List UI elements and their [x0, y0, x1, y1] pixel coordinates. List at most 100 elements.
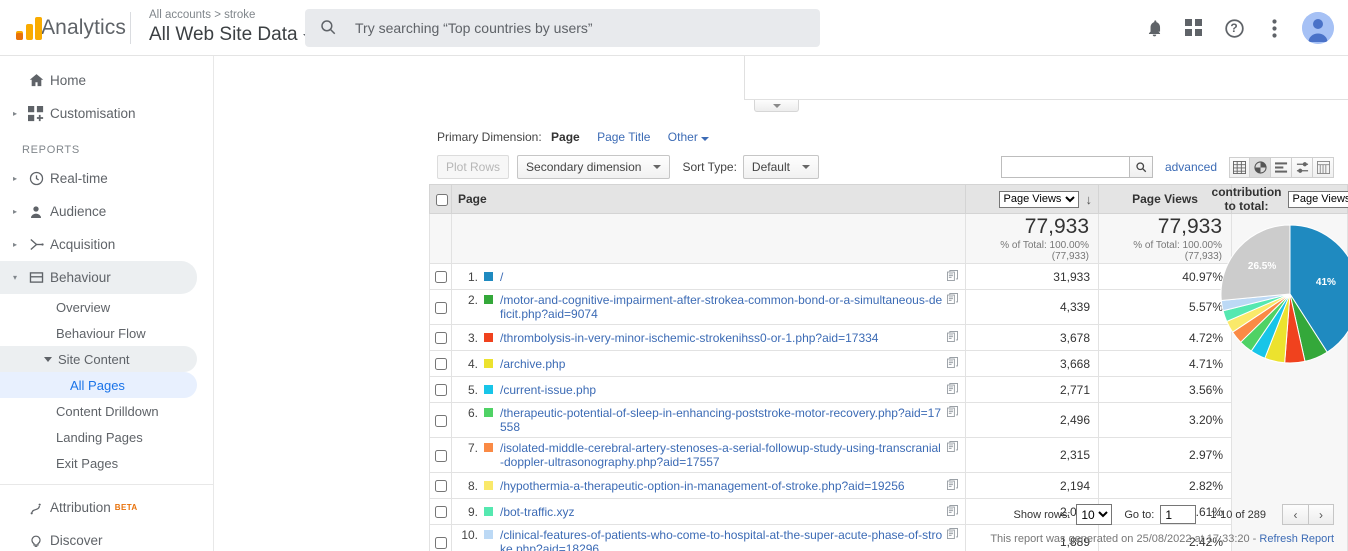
row-checkbox[interactable]: [434, 271, 447, 284]
next-page-button[interactable]: ›: [1308, 504, 1334, 525]
sort-descending-icon[interactable]: ↓: [1086, 192, 1093, 207]
apps-grid-icon[interactable]: [1182, 16, 1206, 40]
expand-arrow-icon[interactable]: ▸: [8, 240, 22, 249]
row-page-link[interactable]: /current-issue.php: [500, 383, 943, 397]
open-in-new-window-icon[interactable]: [947, 504, 961, 519]
open-in-new-window-icon[interactable]: [947, 441, 961, 455]
expand-arrow-icon[interactable]: ▸: [8, 207, 22, 216]
row-checkbox[interactable]: [434, 414, 447, 427]
sidebar-item-home[interactable]: Home: [0, 64, 213, 97]
row-page-link[interactable]: /therapeutic-potential-of-sleep-in-enhan…: [500, 406, 943, 434]
chevron-down-icon: [801, 165, 810, 169]
row-page-link[interactable]: /bot-traffic.xyz: [500, 505, 943, 519]
row-page-link[interactable]: /clinical-features-of-patients-who-come-…: [500, 528, 943, 551]
row-page-link[interactable]: /thrombolysis-in-very-minor-ischemic-str…: [500, 331, 943, 345]
pivot-view-icon[interactable]: [1313, 156, 1334, 178]
chevron-down-icon: [772, 103, 781, 108]
open-in-new-window-icon[interactable]: [947, 269, 961, 284]
pie-chart[interactable]: 41% 26.5%: [1219, 223, 1348, 365]
open-in-new-window-icon[interactable]: [947, 528, 961, 542]
refresh-report-link[interactable]: Refresh Report: [1259, 533, 1334, 545]
sidebar-item-overview[interactable]: Overview: [0, 294, 213, 320]
row-page-link[interactable]: /isolated-middle-cerebral-artery-stenose…: [500, 441, 943, 469]
contribution-header-wrap: contribution to total: Page Views: [1212, 185, 1348, 213]
sidebar-item-discover[interactable]: Discover: [0, 524, 213, 551]
primary-dimension-other[interactable]: Other: [668, 130, 709, 144]
analytics-logo[interactable]: Analytics: [0, 16, 126, 40]
column-header-page[interactable]: Page: [451, 184, 966, 214]
sidebar-item-landing-pages[interactable]: Landing Pages: [0, 424, 213, 450]
table-view-icon[interactable]: [1229, 156, 1250, 178]
search-input[interactable]: [353, 19, 806, 37]
open-in-new-window-icon[interactable]: [947, 382, 961, 397]
primary-dimension-page-title[interactable]: Page Title: [597, 130, 650, 144]
primary-dimension-active[interactable]: Page: [551, 130, 580, 144]
collapse-chart-button[interactable]: [754, 100, 799, 112]
row-checkbox[interactable]: [434, 536, 447, 549]
notifications-bell-icon[interactable]: [1142, 16, 1166, 40]
row-checkbox[interactable]: [434, 449, 447, 462]
previous-page-button[interactable]: ‹: [1282, 504, 1308, 525]
open-in-new-window-icon[interactable]: [947, 406, 961, 420]
table-row: 3. /thrombolysis-in-very-minor-ischemic-s…: [429, 324, 1348, 352]
sidebar-item-exit-pages[interactable]: Exit Pages: [0, 450, 213, 476]
select-all-checkbox[interactable]: [436, 193, 448, 206]
show-rows-select[interactable]: 10: [1076, 504, 1113, 525]
row-checkbox[interactable]: [434, 506, 447, 519]
sidebar-item-audience[interactable]: ▸ Audience: [0, 195, 213, 228]
row-page-link[interactable]: /archive.php: [500, 357, 943, 371]
row-color-swatch: [484, 443, 493, 453]
open-in-new-window-icon[interactable]: [947, 478, 961, 493]
help-icon[interactable]: ?: [1222, 16, 1246, 40]
row-checkbox[interactable]: [434, 384, 447, 397]
open-in-new-window-icon[interactable]: [947, 356, 961, 371]
pagination-range: 1-10 of 289: [1210, 508, 1266, 521]
row-page-cell: 1. /: [451, 263, 966, 291]
sort-type-button[interactable]: Default: [742, 155, 819, 179]
goto-input[interactable]: [1160, 505, 1197, 524]
row-page-link[interactable]: /motor-and-cognitive-impairment-after-st…: [500, 293, 943, 321]
open-in-new-window-icon[interactable]: [947, 330, 961, 345]
primary-dimension-other-label: Other: [667, 130, 698, 144]
metric-select[interactable]: Page Views: [998, 190, 1079, 208]
bar-view-icon[interactable]: [1271, 156, 1292, 178]
performance-view-icon[interactable]: [1292, 156, 1313, 178]
more-options-icon[interactable]: [1262, 16, 1286, 40]
row-checkbox[interactable]: [434, 358, 447, 371]
row-checkbox[interactable]: [434, 480, 447, 493]
expand-arrow-icon[interactable]: ▸: [8, 109, 22, 118]
sidebar-item-real-time[interactable]: ▸ Real-time: [0, 162, 213, 195]
sidebar-item-all-pages[interactable]: All Pages: [0, 372, 197, 398]
global-search[interactable]: [305, 9, 820, 47]
table-search-button[interactable]: [1128, 156, 1153, 178]
sidebar-item-site-content[interactable]: Site Content: [0, 346, 197, 372]
sidebar-item-attribution[interactable]: Attribution BETA: [0, 491, 213, 524]
table-search-input[interactable]: [1000, 156, 1129, 178]
row-page-cell: 6. /therapeutic-potential-of-sleep-in-enh…: [451, 402, 966, 439]
advanced-filter-link[interactable]: advanced: [1165, 160, 1217, 174]
row-checkbox-cell: [429, 498, 452, 526]
row-checkbox[interactable]: [434, 301, 447, 314]
row-checkbox[interactable]: [434, 332, 447, 345]
secondary-dimension-button[interactable]: Secondary dimension: [517, 155, 671, 179]
account-selector[interactable]: All accounts > stroke All Web Site Data: [149, 9, 313, 46]
contribution-metric-select[interactable]: Page Views: [1287, 190, 1348, 208]
avatar[interactable]: [1302, 12, 1334, 44]
open-in-new-window-icon[interactable]: [947, 293, 961, 307]
sidebar-item-customisation[interactable]: ▸ Customisation: [0, 97, 213, 130]
sidebar-item-behaviour-flow[interactable]: Behaviour Flow: [0, 320, 213, 346]
sidebar-item-behaviour[interactable]: ▾ Behaviour: [0, 261, 197, 294]
pie-view-icon[interactable]: [1250, 156, 1271, 178]
row-metric2-value: 3.56%: [1098, 376, 1232, 404]
row-page-link[interactable]: /: [500, 270, 943, 284]
row-color-swatch: [484, 530, 493, 540]
expand-arrow-icon[interactable]: ▸: [8, 174, 22, 183]
row-page-cell: 9. /bot-traffic.xyz: [451, 498, 966, 526]
row-page-link[interactable]: /hypothermia-a-therapeutic-option-in-man…: [500, 479, 943, 493]
page-cell-content: 7. /isolated-middle-cerebral-artery-steno…: [458, 441, 961, 469]
collapse-arrow-icon[interactable]: ▾: [8, 273, 22, 282]
sidebar-item-acquisition[interactable]: ▸ Acquisition: [0, 228, 213, 261]
sidebar-item-content-drilldown[interactable]: Content Drilldown: [0, 398, 213, 424]
primary-dimension-label: Primary Dimension:: [437, 130, 542, 144]
plot-rows-button[interactable]: Plot Rows: [437, 155, 510, 179]
